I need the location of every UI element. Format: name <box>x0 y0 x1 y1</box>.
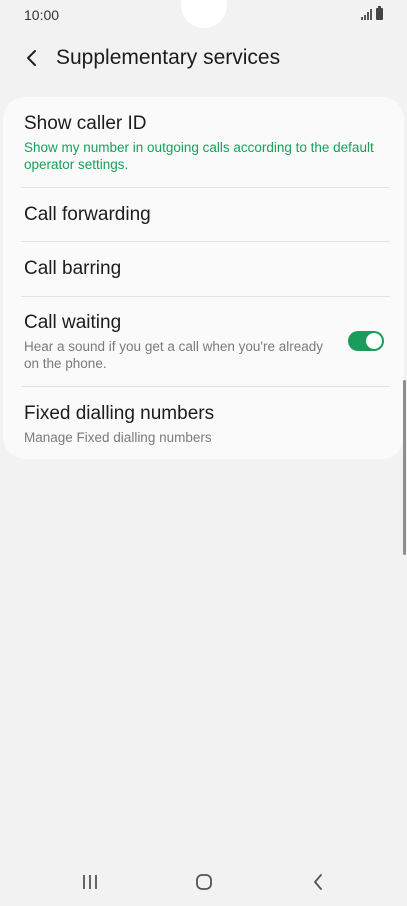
nav-back-button[interactable] <box>298 868 338 896</box>
status-icons <box>361 6 383 20</box>
setting-fixed-dialling-numbers[interactable]: Fixed dialling numbers Manage Fixed dial… <box>24 402 390 446</box>
setting-title: Call forwarding <box>24 204 151 225</box>
signal-icon <box>361 9 372 20</box>
page-title: Supplementary services <box>56 46 281 69</box>
setting-show-caller-id[interactable]: Show caller ID Show my number in outgoin… <box>24 112 390 173</box>
setting-title: Call waiting <box>24 312 122 333</box>
status-time: 10:00 <box>24 7 60 23</box>
setting-title: Fixed dialling numbers <box>24 403 215 424</box>
setting-subtitle: Manage Fixed dialling numbers <box>24 430 212 445</box>
home-button[interactable] <box>184 868 224 896</box>
nav-back-icon <box>314 874 322 890</box>
setting-subtitle: Show my number in outgoing calls accordi… <box>24 140 374 172</box>
setting-call-forwarding[interactable]: Call forwarding <box>24 203 390 227</box>
header: Supplementary services <box>0 36 407 80</box>
scrollbar[interactable] <box>403 380 406 555</box>
screen: 10:00 Supplementary services Show caller… <box>0 0 407 906</box>
divider <box>21 386 390 387</box>
status-bar: 10:00 <box>0 0 407 30</box>
setting-subtitle: Hear a sound if you get a call when you'… <box>24 339 324 371</box>
back-button[interactable] <box>10 36 54 80</box>
call-waiting-toggle[interactable] <box>348 331 384 351</box>
camera-notch <box>181 0 227 28</box>
navigation-bar <box>0 858 407 906</box>
recents-button[interactable] <box>70 868 110 896</box>
chevron-left-icon <box>27 50 36 66</box>
recents-icon <box>83 875 97 889</box>
divider <box>21 296 390 297</box>
settings-card: Show caller ID Show my number in outgoin… <box>3 97 404 459</box>
battery-icon <box>376 6 383 20</box>
setting-call-waiting[interactable]: Call waiting Hear a sound if you get a c… <box>24 311 390 372</box>
home-icon <box>196 874 212 890</box>
divider <box>21 241 390 242</box>
divider <box>21 187 390 188</box>
setting-title: Call barring <box>24 258 122 279</box>
setting-call-barring[interactable]: Call barring <box>24 257 390 281</box>
toggle-knob <box>366 333 382 349</box>
setting-title: Show caller ID <box>24 113 147 134</box>
